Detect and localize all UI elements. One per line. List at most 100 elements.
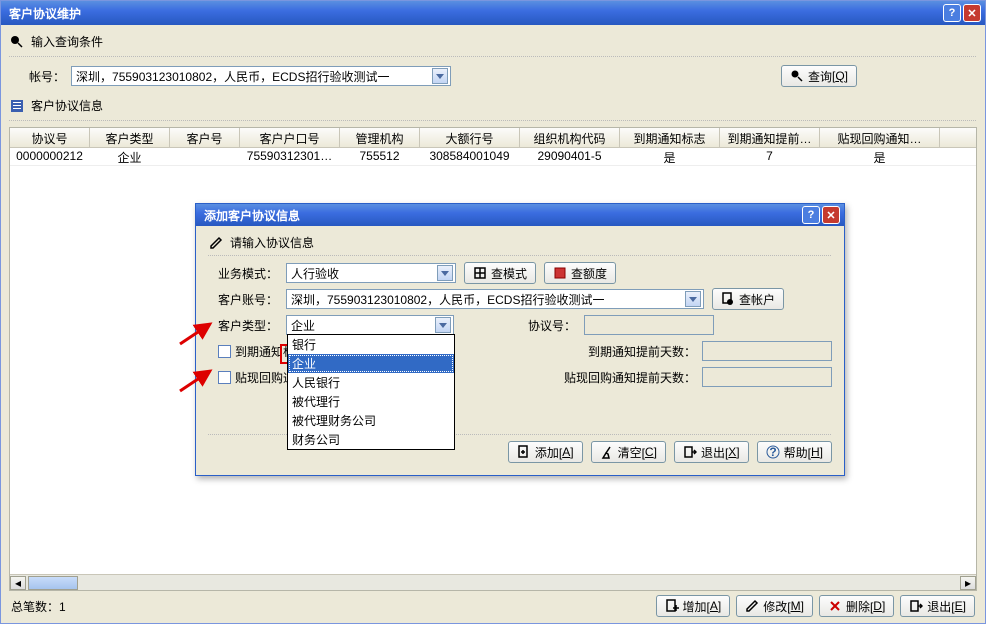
dropdown-option[interactable]: 企业 <box>288 354 454 373</box>
dialog-close-button[interactable]: ✕ <box>822 206 840 224</box>
cust-type-label: 客户类型： <box>208 317 286 334</box>
section-info-title: 客户协议信息 <box>31 97 103 114</box>
divider <box>9 120 977 121</box>
view-quota-button[interactable]: 查额度 <box>544 262 616 284</box>
repo-flag-checkbox[interactable] <box>218 371 231 384</box>
dropdown-option[interactable]: 被代理财务公司 <box>288 411 454 430</box>
cust-type-combo[interactable]: 企业 <box>286 315 454 335</box>
scroll-left-icon[interactable]: ◂ <box>10 576 26 590</box>
table-cell: 308584001049 <box>420 148 520 165</box>
query-button-label: 查询 <box>808 68 832 85</box>
table-header-cell[interactable]: 协议号 <box>10 128 90 147</box>
table-cell: 29090401-5 <box>520 148 620 165</box>
chevron-down-icon[interactable] <box>432 68 448 84</box>
table-header: 协议号客户类型客户号客户户口号管理机构大额行号组织机构代码到期通知标志到期通知提… <box>10 128 976 148</box>
main-title: 客户协议维护 <box>5 5 941 22</box>
section-info: 客户协议信息 <box>9 97 977 114</box>
table-header-cell[interactable]: 客户号 <box>170 128 240 147</box>
view-account-button[interactable]: 查帐户 <box>712 288 784 310</box>
main-body: 输入查询条件 帐号： 深圳，755903123010802，人民币，ECDS招行… <box>1 25 985 623</box>
close-button[interactable]: ✕ <box>963 4 981 22</box>
pencil-button[interactable]: 修改[M] <box>736 595 813 617</box>
repo-days-label: 贴现回购通知提前天数： <box>564 369 696 386</box>
dialog-section-title: 请输入协议信息 <box>230 234 314 251</box>
dropdown-option[interactable]: 人民银行 <box>288 373 454 392</box>
table-header-cell[interactable]: 贴现回购通知… <box>820 128 940 147</box>
horizontal-scrollbar[interactable]: ◂ ▸ <box>10 574 976 590</box>
main-titlebar: 客户协议维护 ? ✕ <box>1 1 985 25</box>
table-cell: 0000000212 <box>10 148 90 165</box>
table-header-cell[interactable]: 到期通知标志 <box>620 128 720 147</box>
plus-button[interactable]: 增加[A] <box>656 595 731 617</box>
divider <box>9 56 977 57</box>
chevron-down-icon[interactable] <box>437 265 453 281</box>
plus-icon <box>665 599 679 613</box>
scroll-thumb[interactable] <box>28 576 78 590</box>
scroll-right-icon[interactable]: ▸ <box>960 576 976 590</box>
dropdown-option[interactable]: 银行 <box>288 335 454 354</box>
table-cell: 755512 <box>340 148 420 165</box>
cust-type-dropdown[interactable]: 银行企业人民银行被代理行被代理财务公司财务公司 <box>287 334 455 450</box>
cust-account-row: 客户账号： 深圳，755903123010802，人民币，ECDS招行验收测试一… <box>208 286 832 312</box>
footer-buttons: 增加[A]修改[M] 删除[D] 退出[E] <box>650 595 975 617</box>
broom-button[interactable]: 清空[C] <box>591 441 666 463</box>
view-mode-button[interactable]: 查模式 <box>464 262 536 284</box>
exit-icon <box>683 445 697 459</box>
exit-icon <box>909 599 923 613</box>
x-red-button[interactable]: 删除[D] <box>819 595 894 617</box>
search-doc-icon <box>721 292 735 306</box>
cust-account-combo[interactable]: 深圳，755903123010802，人民币，ECDS招行验收测试一 <box>286 289 704 309</box>
search-icon <box>790 69 804 83</box>
help-button[interactable]: ? <box>943 4 961 22</box>
list-icon <box>9 98 25 114</box>
table-header-cell[interactable]: 客户类型 <box>90 128 170 147</box>
table-header-cell[interactable]: 大额行号 <box>420 128 520 147</box>
cust-account-label: 客户账号： <box>208 291 286 308</box>
exit-button[interactable]: 退出[X] <box>674 441 749 463</box>
table-cell: 7 <box>720 148 820 165</box>
chevron-down-icon[interactable] <box>435 317 451 333</box>
dropdown-option[interactable]: 财务公司 <box>288 430 454 449</box>
pencil-icon <box>745 599 759 613</box>
table-row[interactable]: 0000000212企业 75590312301…7555123085840010… <box>10 148 976 166</box>
dropdown-option[interactable]: 被代理行 <box>288 392 454 411</box>
table-cell: 75590312301… <box>240 148 340 165</box>
biz-mode-combo[interactable]: 人行验收 <box>286 263 456 283</box>
dialog-section: 请输入协议信息 <box>208 234 832 251</box>
footer: 总笔数：1 增加[A]修改[M] 删除[D] 退出[E] <box>9 591 977 619</box>
table-header-cell[interactable]: 到期通知提前… <box>720 128 820 147</box>
query-button[interactable]: 查询 [Q] <box>781 65 857 87</box>
search-icon <box>9 34 25 50</box>
account-combo-text: 深圳，755903123010802，人民币，ECDS招行验收测试一 <box>76 68 432 85</box>
divider <box>208 255 832 256</box>
table-cell <box>170 148 240 165</box>
table-header-cell[interactable]: 客户户口号 <box>240 128 340 147</box>
query-row: 帐号： 深圳，755903123010802，人民币，ECDS招行验收测试一 查… <box>29 65 977 87</box>
edit-icon <box>208 235 224 251</box>
table-cell: 企业 <box>90 148 170 165</box>
due-flag-checkbox[interactable] <box>218 345 231 358</box>
query-hotkey: Q <box>835 69 844 83</box>
table-header-cell[interactable]: 管理机构 <box>340 128 420 147</box>
dialog-title: 添加客户协议信息 <box>200 207 800 224</box>
help-icon: ? <box>766 445 780 459</box>
account-combo[interactable]: 深圳，755903123010802，人民币，ECDS招行验收测试一 <box>71 66 451 86</box>
section-query: 输入查询条件 <box>9 33 977 50</box>
biz-mode-row: 业务模式： 人行验收 查模式 查额度 <box>208 260 832 286</box>
exit-button[interactable]: 退出[E] <box>900 595 975 617</box>
main-window: 客户协议维护 ? ✕ 输入查询条件 帐号： 深圳，755903123010802… <box>0 0 986 624</box>
chevron-down-icon[interactable] <box>685 291 701 307</box>
grid-red-icon <box>553 266 567 280</box>
dialog-titlebar: 添加客户协议信息 ? ✕ <box>196 204 844 226</box>
broom-icon <box>600 445 614 459</box>
proto-no-input[interactable] <box>584 315 714 335</box>
table-cell: 是 <box>620 148 720 165</box>
due-days-input[interactable] <box>702 341 832 361</box>
plus-doc-button[interactable]: 添加[A] <box>508 441 583 463</box>
table-cell: 是 <box>820 148 940 165</box>
row-count: 总笔数：1 <box>11 598 66 615</box>
table-header-cell[interactable]: 组织机构代码 <box>520 128 620 147</box>
help-button[interactable]: ?帮助[H] <box>757 441 832 463</box>
repo-days-input[interactable] <box>702 367 832 387</box>
dialog-help-button[interactable]: ? <box>802 206 820 224</box>
